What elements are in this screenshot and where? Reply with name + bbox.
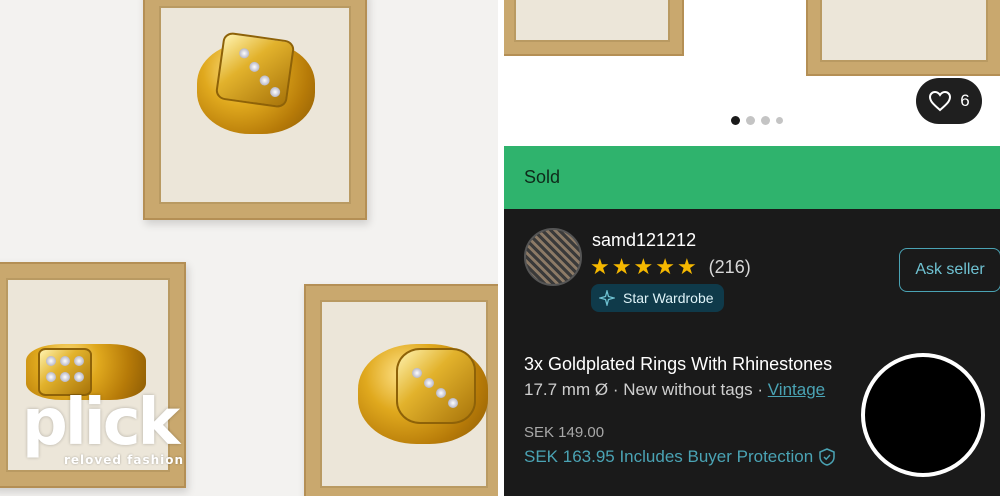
sparkle-icon — [599, 290, 615, 306]
seller-section: samd121212 ★ ★ ★ ★ ★ (216) Star Wardrobe… — [524, 228, 1000, 316]
screen: plick reloved fashion 6 Sold samd121212 … — [0, 0, 1000, 496]
rating-count: (216) — [708, 256, 751, 277]
total-price-label: SEK 163.95 Includes Buyer Protection — [524, 447, 814, 466]
logo-wordmark: plick — [22, 386, 180, 460]
image-gallery[interactable]: 6 — [504, 0, 1000, 146]
ring-box-top — [143, 0, 367, 220]
listing-panel: 6 Sold samd121212 ★ ★ ★ ★ ★ (216) Star W… — [504, 0, 1000, 496]
seller-rating[interactable]: ★ ★ ★ ★ ★ (216) — [590, 255, 751, 279]
pagination-dot[interactable] — [776, 117, 783, 124]
meta-separator: · — [608, 380, 624, 399]
star-icon: ★ — [633, 254, 654, 279]
like-count: 6 — [960, 91, 970, 110]
logo-tagline: reloved fashion — [64, 453, 185, 467]
heart-outline-icon — [929, 90, 952, 112]
seller-avatar[interactable] — [524, 228, 582, 286]
listing-title: 3x Goldplated Rings With Rhinestones — [524, 354, 833, 374]
ask-seller-button[interactable]: Ask seller — [899, 248, 1000, 292]
badge-label: Star Wardrobe — [623, 290, 714, 306]
listing-meta: 17.7 mm Ø · New without tags · Vintage — [524, 380, 825, 400]
star-wardrobe-badge[interactable]: Star Wardrobe — [591, 284, 724, 312]
seller-username[interactable]: samd121212 — [592, 230, 696, 251]
total-price[interactable]: SEK 163.95 Includes Buyer Protection — [524, 447, 835, 467]
listing-condition: New without tags — [623, 380, 753, 399]
star-icon: ★ — [655, 254, 675, 279]
shield-check-icon — [819, 448, 835, 466]
pagination-dot[interactable] — [731, 116, 740, 125]
gallery-box-left — [504, 0, 684, 56]
listing-size: 17.7 mm Ø — [524, 380, 609, 399]
listing-price: SEK 149.00 — [524, 424, 605, 441]
style-link[interactable]: Vintage — [768, 380, 825, 399]
sold-label: Sold — [524, 167, 561, 187]
ring-box-bottom-right — [304, 284, 498, 496]
like-button[interactable]: 6 — [916, 78, 982, 124]
star-icon: ★ — [611, 254, 632, 279]
pagination-dot[interactable] — [761, 116, 770, 125]
ring-top — [197, 31, 315, 134]
meta-separator: · — [752, 380, 768, 399]
star-icon: ★ — [590, 254, 610, 279]
gallery-pagination — [731, 116, 783, 125]
floating-action-bubble[interactable] — [861, 353, 985, 477]
pagination-dot[interactable] — [746, 116, 755, 125]
plick-logo: plick reloved fashion — [22, 386, 185, 467]
star-icon: ★ — [676, 254, 697, 279]
gallery-box-right — [806, 0, 1000, 76]
sold-status-bar: Sold — [504, 146, 1000, 209]
product-photo[interactable]: plick reloved fashion — [0, 0, 498, 496]
ring-bottom-right — [358, 344, 488, 444]
